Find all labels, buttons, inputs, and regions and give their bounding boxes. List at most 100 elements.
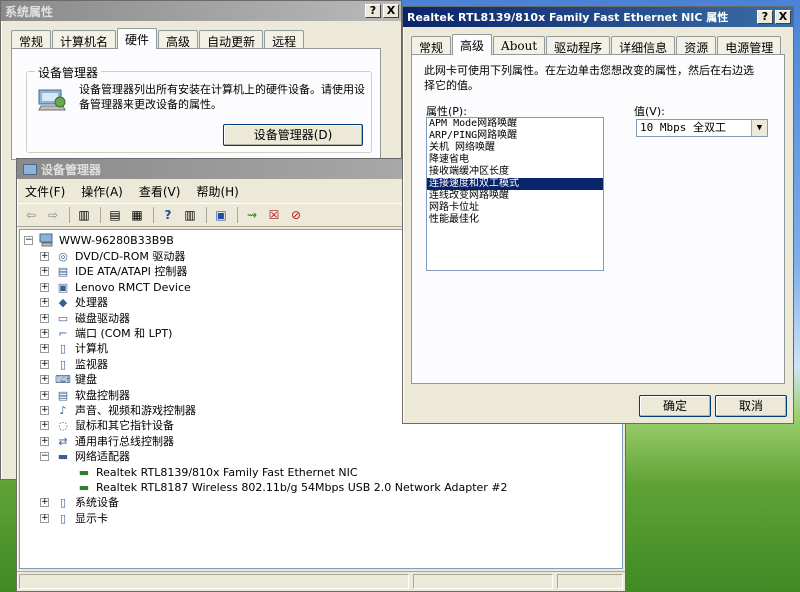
expand-icon[interactable]: + <box>40 513 49 523</box>
close-button[interactable]: X <box>775 10 791 24</box>
toolbar-separator <box>153 207 154 223</box>
view-icon[interactable]: ▥ <box>180 206 200 224</box>
cancel-button[interactable]: 取消 <box>715 395 787 417</box>
tab-general[interactable]: 常规 <box>11 30 52 49</box>
lenovo-device-icon: ▣ <box>57 280 69 294</box>
tree-category-row[interactable]: + ◌ 鼠标和其它指针设备 <box>40 417 174 433</box>
sound-icon: ♪ <box>59 403 67 417</box>
collapse-icon[interactable]: − <box>24 235 33 245</box>
nic-properties-window: Realtek RTL8139/810x Family Fast Etherne… <box>402 6 794 424</box>
help-button[interactable]: ? <box>757 10 773 24</box>
expand-icon[interactable]: + <box>40 390 49 400</box>
tab-power-management[interactable]: 电源管理 <box>717 36 782 55</box>
expand-icon[interactable]: + <box>40 282 49 292</box>
property-list-item[interactable]: ARP/PING网路唤醒 <box>427 130 603 142</box>
expand-icon[interactable]: + <box>40 359 49 369</box>
tab-advanced[interactable]: 高级 <box>452 34 493 55</box>
chevron-down-icon[interactable]: ▼ <box>751 120 767 136</box>
property-list-item[interactable]: 关机 网络唤醒 <box>427 142 603 154</box>
tab-general[interactable]: 常规 <box>411 36 452 55</box>
property-listbox[interactable]: APM Mode网路唤醒 ARP/PING网路唤醒 关机 网络唤醒 降速省电 接收端缓冲… <box>426 117 604 271</box>
tree-category-row[interactable]: + ⇄ 通用串行总线控制器 <box>40 433 174 449</box>
tree-category-row[interactable]: + ▯ 系统设备 <box>40 494 119 510</box>
value-select[interactable]: 10 Mbps 全双工 ▼ <box>636 119 768 137</box>
tab-hardware[interactable]: 硬件 <box>117 28 158 49</box>
help-button[interactable]: ? <box>365 4 381 18</box>
device-label: Realtek RTL8139/810x Family Fast Etherne… <box>96 465 358 479</box>
device-manager-button[interactable]: 设备管理器(D) <box>223 124 363 146</box>
nic-properties-titlebar: Realtek RTL8139/810x Family Fast Etherne… <box>403 7 793 27</box>
show-hide-tree-icon[interactable]: ▥ <box>74 206 94 224</box>
tree-category-row[interactable]: + ▤ IDE ATA/ATAPI 控制器 <box>40 263 187 279</box>
menu-file[interactable]: 文件(F) <box>17 183 73 200</box>
property-list-item[interactable]: 连接速度和双工模式 <box>427 178 603 190</box>
print-icon[interactable]: ▤ <box>105 206 125 224</box>
update-driver-icon[interactable]: ⇝ <box>242 206 262 224</box>
toolbar-separator <box>100 207 101 223</box>
expand-icon[interactable]: + <box>40 436 49 446</box>
tree-category-row[interactable]: + ▯ 监视器 <box>40 356 108 372</box>
tree-device-row[interactable]: ▬ Realtek RTL8187 Wireless 802.11b/g 54Mb… <box>76 479 508 495</box>
property-list-item[interactable]: 性能最佳化 <box>427 214 603 226</box>
ok-button[interactable]: 确定 <box>639 395 711 417</box>
status-pane <box>19 574 409 589</box>
cdrom-icon: ◎ <box>58 249 68 263</box>
property-list-item[interactable]: 降速省电 <box>427 154 603 166</box>
tab-remote[interactable]: 远程 <box>264 30 305 49</box>
tree-category-row[interactable]: + ⌐ 端口 (COM 和 LPT) <box>40 325 172 341</box>
tree-category-row[interactable]: + ▯ 计算机 <box>40 340 108 356</box>
forward-arrow-icon[interactable]: ⇨ <box>43 206 63 224</box>
device-label: Realtek RTL8187 Wireless 802.11b/g 54Mbp… <box>96 480 508 494</box>
expand-icon[interactable]: + <box>40 374 49 384</box>
expand-icon[interactable]: + <box>40 405 49 415</box>
tree-category-row[interactable]: + ▯ 显示卡 <box>40 510 108 526</box>
tree-category-row[interactable]: + ⌨ 键盘 <box>40 371 97 387</box>
tab-computer-name[interactable]: 计算机名 <box>52 30 117 49</box>
collapse-icon[interactable]: − <box>40 451 49 461</box>
properties-icon[interactable]: ▦ <box>127 206 147 224</box>
network-card-icon: ▬ <box>78 465 90 479</box>
tab-resources[interactable]: 资源 <box>676 36 717 55</box>
expand-icon[interactable]: + <box>40 297 49 307</box>
expand-icon[interactable]: + <box>40 251 49 261</box>
tab-details[interactable]: 详细信息 <box>611 36 676 55</box>
menu-action[interactable]: 操作(A) <box>73 183 131 200</box>
scan-hardware-icon[interactable]: ▣ <box>211 206 231 224</box>
expand-icon[interactable]: + <box>40 497 49 507</box>
menu-view[interactable]: 查看(V) <box>131 183 189 200</box>
tab-about[interactable]: About <box>493 36 546 55</box>
category-label: 显示卡 <box>75 512 108 525</box>
tree-category-row[interactable]: + ▭ 磁盘驱动器 <box>40 310 130 326</box>
property-list-item[interactable]: 连线改变网路唤醒 <box>427 190 603 202</box>
expand-icon[interactable]: + <box>40 328 49 338</box>
property-list-item[interactable]: APM Mode网路唤醒 <box>427 118 603 130</box>
property-list-item[interactable]: 接收端缓冲区长度 <box>427 166 603 178</box>
tree-device-row[interactable]: ▬ Realtek RTL8139/810x Family Fast Ethern… <box>76 464 358 480</box>
floppy-controller-icon: ▤ <box>57 388 69 402</box>
tab-advanced[interactable]: 高级 <box>158 30 199 49</box>
expand-icon[interactable]: + <box>40 266 49 276</box>
tab-auto-update[interactable]: 自动更新 <box>199 30 264 49</box>
property-list-item[interactable]: 网路卡位址 <box>427 202 603 214</box>
tree-category-row[interactable]: + ▤ 软盘控制器 <box>40 387 130 403</box>
tree-category-row[interactable]: + ◎ DVD/CD-ROM 驱动器 <box>40 248 185 264</box>
tree-category-row[interactable]: − ▬ 网络适配器 <box>40 448 130 464</box>
status-pane <box>413 574 553 589</box>
menu-help[interactable]: 帮助(H) <box>188 183 246 200</box>
tree-category-row[interactable]: + ▣ Lenovo RMCT Device <box>40 279 191 295</box>
system-properties-tabs: 常规 计算机名 硬件 高级 自动更新 远程 <box>11 28 305 49</box>
disable-icon[interactable]: ⊘ <box>286 206 306 224</box>
tree-category-row[interactable]: + ♪ 声音、视频和游戏控制器 <box>40 402 196 418</box>
tree-root[interactable]: − WWW-96280B33B9B <box>24 232 174 248</box>
expand-icon[interactable]: + <box>40 313 49 323</box>
uninstall-icon[interactable]: ☒ <box>264 206 284 224</box>
close-button[interactable]: X <box>383 4 399 18</box>
category-label: 磁盘驱动器 <box>75 312 130 325</box>
expand-icon[interactable]: + <box>40 420 49 430</box>
back-arrow-icon[interactable]: ⇦ <box>21 206 41 224</box>
tree-category-row[interactable]: + ◆ 处理器 <box>40 294 108 310</box>
help-icon[interactable]: ? <box>158 206 178 224</box>
category-label: 声音、视频和游戏控制器 <box>75 404 196 417</box>
expand-icon[interactable]: + <box>40 343 49 353</box>
tab-driver[interactable]: 驱动程序 <box>546 36 611 55</box>
